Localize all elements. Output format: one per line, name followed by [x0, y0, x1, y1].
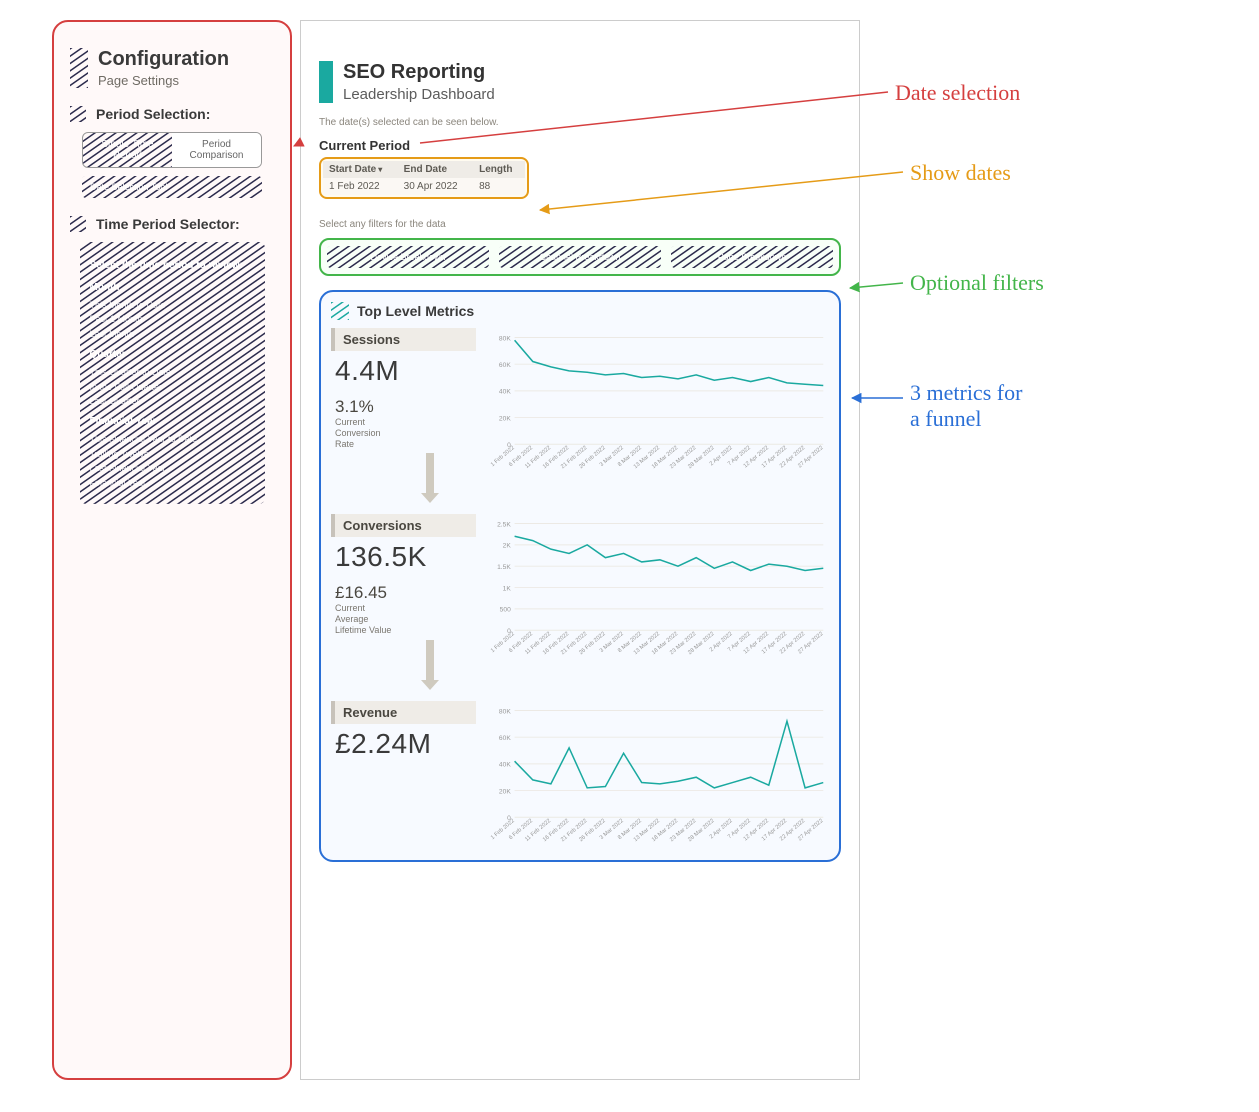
svg-text:500: 500: [500, 607, 511, 614]
toggle-single[interactable]: Single Time Period: [83, 133, 172, 167]
svg-text:60K: 60K: [499, 735, 511, 742]
svg-text:1K: 1K: [503, 586, 512, 593]
date-th-start[interactable]: Start Date▾: [323, 161, 398, 178]
annotation-optional-filters: Optional filters: [910, 270, 1044, 296]
sort-caret-icon: ▾: [378, 165, 382, 174]
metric-mid-value: £16.45: [335, 583, 476, 603]
metric-mid-label: CurrentConversionRate: [335, 417, 405, 449]
annotation-show-dates: Show dates: [910, 160, 1011, 186]
metric-chart: 020K40K60K80K 1 Feb 20226 Feb 202211 Feb…: [486, 328, 829, 508]
page-title: SEO Reporting: [343, 61, 495, 84]
metric-chart: 020K40K60K80K 1 Feb 20226 Feb 202211 Feb…: [486, 701, 829, 844]
svg-text:1.5K: 1.5K: [497, 564, 511, 571]
toggle-compare[interactable]: Period Comparison: [172, 133, 261, 167]
metric-title: Sessions: [331, 328, 476, 351]
svg-text:20K: 20K: [499, 415, 511, 422]
sidebar-title: Configuration: [98, 48, 229, 71]
filters-note: Select any filters for the data: [319, 219, 841, 230]
metric-value: 136.5K: [335, 541, 476, 573]
filter-channel[interactable]: Channel Breakdown: [499, 246, 661, 268]
svg-text:80K: 80K: [499, 708, 511, 715]
filter-page[interactable]: Page Breakdown: [671, 246, 833, 268]
date-row: 1 Feb 2022 30 Apr 2022 88: [323, 178, 525, 195]
metric-title: Conversions: [331, 514, 476, 537]
metric-value: £2.24M: [335, 728, 476, 760]
date-selection-pill[interactable]: Date Selection Tool: [82, 176, 262, 198]
period-icon: [70, 106, 86, 122]
metrics-icon: [331, 302, 349, 320]
metric-chart: 05001K1.5K2K2.5K 1 Feb 20226 Feb 202211 …: [486, 514, 829, 694]
svg-text:40K: 40K: [499, 389, 511, 396]
metric-block: Revenue £2.24M 020K40K60K80K 1 Feb 20226…: [331, 701, 829, 844]
top-level-metrics: Top Level Metrics Sessions 4.4M 3.1% Cur…: [319, 290, 841, 862]
svg-text:80K: 80K: [499, 335, 511, 342]
sidebar-subtitle: Page Settings: [98, 73, 229, 88]
current-period-label: Current Period: [319, 138, 841, 153]
arrow-down-icon: [421, 640, 439, 690]
date-th-length[interactable]: Length: [473, 161, 525, 178]
filter-device[interactable]: Device Breakdown: [327, 246, 489, 268]
arrow-down-icon: [421, 453, 439, 503]
annotation-date-selection: Date selection: [895, 80, 1020, 106]
metric-mid-label: CurrentAverageLifetime Value: [335, 603, 405, 635]
dates-note: The date(s) selected can be seen below.: [319, 117, 841, 128]
metric-block: Sessions 4.4M 3.1% CurrentConversionRate…: [331, 328, 829, 508]
time-period-selector[interactable]: Select the time period to review: Month …: [80, 242, 265, 504]
metric-block: Conversions 136.5K £16.45 CurrentAverage…: [331, 514, 829, 694]
svg-text:2.5K: 2.5K: [497, 522, 511, 529]
timeperiod-icon: [70, 216, 86, 232]
date-th-end[interactable]: End Date: [398, 161, 473, 178]
time-period-label: Time Period Selector:: [96, 216, 240, 232]
period-toggle[interactable]: Single Time Period Period Comparison: [82, 132, 262, 168]
svg-text:2K: 2K: [503, 543, 512, 550]
svg-text:60K: 60K: [499, 362, 511, 369]
svg-text:20K: 20K: [499, 788, 511, 795]
top-level-label: Top Level Metrics: [357, 303, 474, 319]
sidebar-configuration: Configuration Page Settings Period Selec…: [52, 20, 292, 1080]
date-table: Start Date▾ End Date Length 1 Feb 2022 3…: [319, 157, 529, 199]
brand-accent: [319, 61, 333, 103]
metric-mid-value: 3.1%: [335, 397, 476, 417]
metric-title: Revenue: [331, 701, 476, 724]
metric-value: 4.4M: [335, 355, 476, 387]
config-icon: [70, 48, 88, 88]
annotation-metrics-funnel: 3 metrics for a funnel: [910, 380, 1022, 432]
period-selection-label: Period Selection:: [96, 106, 210, 122]
main-dashboard: SEO Reporting Leadership Dashboard The d…: [300, 20, 860, 1080]
filters-row: Device Breakdown Channel Breakdown Page …: [319, 238, 841, 276]
svg-text:40K: 40K: [499, 762, 511, 769]
page-subtitle: Leadership Dashboard: [343, 86, 495, 103]
